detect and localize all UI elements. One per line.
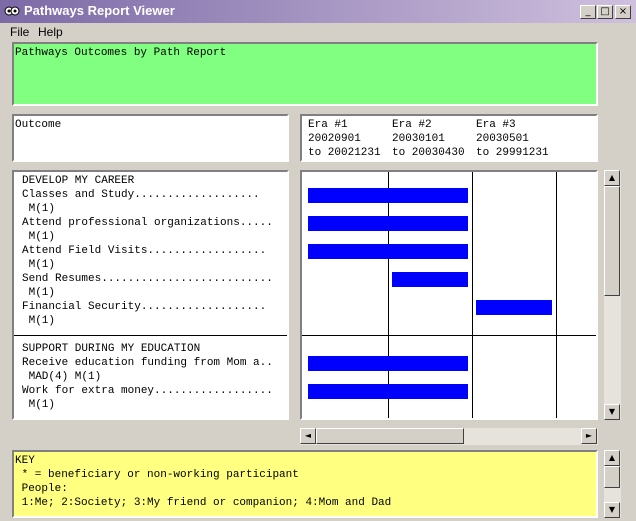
era-2-end: to 20030430 — [392, 147, 465, 159]
minimize-button[interactable]: _ — [580, 5, 596, 19]
outcome-line: Attend professional organizations..... — [22, 217, 273, 229]
outcome-header: Outcome — [15, 119, 62, 131]
era-3-end: to 29991231 — [476, 147, 549, 159]
outcome-line: SUPPORT DURING MY EDUCATION — [22, 343, 201, 355]
era-bar — [308, 188, 468, 203]
vertical-scroll-thumb[interactable] — [604, 186, 620, 296]
era-bar — [308, 216, 468, 231]
close-button[interactable]: × — [615, 5, 631, 19]
era-2-start: 20030101 — [392, 133, 445, 145]
vertical-scrollbar[interactable]: ▲ ▼ — [604, 170, 621, 420]
era-3-start: 20030501 — [476, 133, 529, 145]
chart-section-divider — [302, 335, 596, 336]
section-divider — [14, 335, 287, 336]
report-title-panel: Pathways Outcomes by Path Report — [12, 42, 598, 106]
era-1-start: 20020901 — [308, 133, 361, 145]
era-1-name: Era #1 — [308, 119, 348, 131]
era-boundary-line — [388, 172, 389, 418]
window-title: Pathways Report Viewer — [24, 3, 175, 18]
outcome-line: Attend Field Visits.................. — [22, 245, 267, 257]
era-chart — [300, 170, 598, 420]
outcome-line: Financial Security................... — [22, 301, 267, 313]
report-title: Pathways Outcomes by Path Report — [15, 47, 227, 59]
era-1-end: to 20021231 — [308, 147, 381, 159]
outcome-line: Send Resumes.......................... — [22, 273, 273, 285]
key-line: 1:Me; 2:Society; 3:My friend or companio… — [15, 497, 392, 509]
era-3-name: Era #3 — [476, 119, 516, 131]
outcome-line: M(1) — [22, 315, 56, 327]
outcome-list[interactable]: DEVELOP MY CAREER Classes and Study......… — [12, 170, 289, 420]
outcome-line: M(1) — [22, 259, 56, 271]
outcome-header-panel: Outcome — [12, 114, 289, 162]
era-bar — [476, 300, 552, 315]
key-panel: KEY * = beneficiary or non-working parti… — [12, 450, 598, 518]
key-scrollbar[interactable]: ▲ ▼ — [604, 450, 621, 518]
outcome-line: DEVELOP MY CAREER — [22, 175, 135, 187]
scroll-left-button[interactable]: ◄ — [300, 428, 316, 444]
outcome-line: M(1) — [22, 231, 56, 243]
key-line: KEY — [15, 455, 35, 467]
era-2-name: Era #2 — [392, 119, 432, 131]
app-icon — [4, 6, 20, 16]
key-scroll-thumb[interactable] — [604, 466, 620, 488]
era-header-panel: Era #1 20020901 to 20021231 Era #2 20030… — [300, 114, 598, 162]
scroll-up-button[interactable]: ▲ — [604, 170, 620, 186]
era-bar — [308, 356, 468, 371]
menu-file[interactable]: File — [10, 25, 29, 39]
key-scroll-down-button[interactable]: ▼ — [604, 502, 620, 518]
scroll-down-button[interactable]: ▼ — [604, 404, 620, 420]
scroll-right-button[interactable]: ► — [581, 428, 597, 444]
outcome-line: M(1) — [22, 287, 56, 299]
key-line: * = beneficiary or non-working participa… — [15, 469, 299, 481]
horizontal-scroll-thumb[interactable] — [316, 428, 464, 444]
era-boundary-line — [472, 172, 473, 418]
outcome-line: M(1) — [22, 399, 56, 411]
era-bar — [392, 272, 468, 287]
outcome-line: Classes and Study................... — [22, 189, 260, 201]
key-line: People: — [15, 483, 68, 495]
outcome-line: MAD(4) M(1) — [22, 371, 102, 383]
era-boundary-line — [556, 172, 557, 418]
outcome-line: M(1) — [22, 203, 56, 215]
horizontal-scrollbar[interactable]: ◄ ► — [300, 428, 598, 445]
era-bar — [308, 244, 468, 259]
key-scroll-up-button[interactable]: ▲ — [604, 450, 620, 466]
outcome-line: Work for extra money.................. — [22, 385, 273, 397]
menu-bar: File Help — [0, 23, 636, 41]
outcome-line: Receive education funding from Mom a.. — [22, 357, 273, 369]
era-bar — [308, 384, 468, 399]
menu-help[interactable]: Help — [38, 25, 63, 39]
maximize-button[interactable]: □ — [597, 5, 613, 19]
